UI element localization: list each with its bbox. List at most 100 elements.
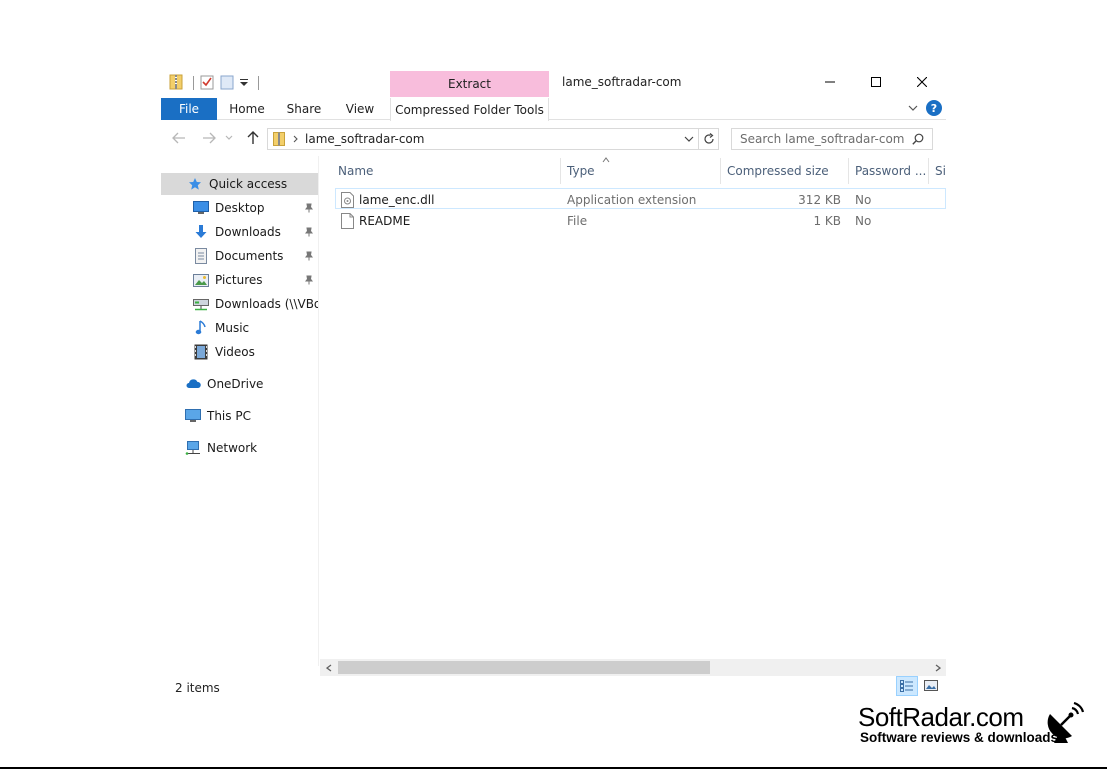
pin-icon[interactable] <box>304 202 314 216</box>
dll-file-icon <box>341 189 354 210</box>
file-name: README <box>359 213 411 228</box>
close-icon <box>917 77 927 87</box>
address-dropdown-button[interactable] <box>684 135 694 143</box>
scrollbar-thumb[interactable] <box>338 661 710 674</box>
nav-item-documents[interactable]: Documents <box>161 245 318 267</box>
refresh-icon <box>703 133 714 144</box>
search-input[interactable]: Search lame_softradar-com <box>731 128 933 150</box>
breadcrumb[interactable]: lame_softradar-com <box>305 132 424 146</box>
properties-icon[interactable] <box>200 74 214 93</box>
nav-item-onedrive[interactable]: OneDrive <box>161 373 318 395</box>
refresh-button[interactable] <box>698 129 718 149</box>
window-title: lame_softradar-com <box>562 75 682 89</box>
details-view-icon <box>900 680 913 692</box>
tab-compressed-folder-tools[interactable]: Compressed Folder Tools <box>390 98 549 121</box>
network-drive-icon <box>193 296 209 312</box>
address-row: lame_softradar-com Search lame_softradar… <box>161 126 946 150</box>
arrow-up-icon <box>247 131 259 144</box>
column-header-name[interactable]: Name <box>332 158 561 184</box>
nav-label: Network <box>207 441 258 455</box>
nav-label: Quick access <box>209 177 288 191</box>
cloud-icon <box>185 376 201 392</box>
search-icon <box>912 133 924 145</box>
videos-icon <box>193 344 209 360</box>
view-switcher <box>896 676 942 696</box>
chevron-down-icon <box>684 136 694 142</box>
horizontal-scrollbar[interactable] <box>320 659 946 676</box>
navigation-pane: Quick access Desktop Downloads Documents <box>161 156 319 666</box>
breadcrumb-chevron-icon <box>293 135 299 143</box>
downloads-icon <box>193 224 209 240</box>
help-button[interactable]: ? <box>926 100 942 116</box>
extract-tab[interactable]: Extract <box>390 71 549 97</box>
large-icons-view-icon <box>924 680 938 691</box>
qat-separator <box>193 76 194 90</box>
recent-locations-button[interactable] <box>223 128 235 148</box>
pin-icon[interactable] <box>304 226 314 240</box>
nav-label: Desktop <box>215 201 265 215</box>
file-compressed-size: 312 KB <box>798 192 841 207</box>
nav-item-downloads[interactable]: Downloads <box>161 221 318 243</box>
arrow-left-icon <box>172 132 185 144</box>
nav-quick-access[interactable]: Quick access <box>161 173 318 195</box>
pin-icon[interactable] <box>304 274 314 288</box>
watermark-subtitle: Software reviews & downloads <box>860 730 1059 745</box>
nav-label: OneDrive <box>207 377 264 391</box>
minimize-button[interactable] <box>807 70 853 94</box>
file-name: lame_enc.dll <box>359 192 435 207</box>
column-header-size[interactable]: Si <box>929 158 946 184</box>
desktop-icon <box>193 200 209 216</box>
details-view-button[interactable] <box>896 676 918 696</box>
network-icon <box>185 440 201 456</box>
table-row[interactable]: lame_enc.dll Application extension 312 K… <box>335 188 946 209</box>
arrow-right-icon <box>203 132 216 144</box>
nav-label: Pictures <box>215 273 263 287</box>
column-header-password[interactable]: Password ... <box>849 158 929 184</box>
qat-separator-end <box>258 76 259 90</box>
ribbon-tabs: File Home Share View Compressed Folder T… <box>161 98 946 121</box>
chevron-down-icon <box>225 135 233 140</box>
forward-button[interactable] <box>199 128 219 148</box>
nav-item-desktop[interactable]: Desktop <box>161 197 318 219</box>
new-folder-icon[interactable] <box>220 74 234 93</box>
nav-item-this-pc[interactable]: This PC <box>161 405 318 427</box>
tab-view[interactable]: View <box>338 98 382 120</box>
satellite-dish-icon <box>1046 701 1086 747</box>
music-icon <box>193 320 209 336</box>
nav-item-pictures[interactable]: Pictures <box>161 269 318 291</box>
zip-folder-icon <box>169 74 183 93</box>
maximize-button[interactable] <box>853 70 899 94</box>
pictures-icon <box>193 272 209 288</box>
tab-share[interactable]: Share <box>281 98 327 120</box>
large-icons-view-button[interactable] <box>920 676 942 696</box>
up-button[interactable] <box>243 128 263 148</box>
customize-qat-dropdown-icon[interactable] <box>240 76 248 90</box>
column-header-type[interactable]: Type <box>561 158 721 184</box>
column-header-compressed-size[interactable]: Compressed size <box>721 158 849 184</box>
back-button[interactable] <box>169 128 189 148</box>
nav-label: Videos <box>215 345 255 359</box>
scroll-right-button[interactable] <box>929 659 946 676</box>
watermark-title: SoftRadar.com <box>858 702 1024 732</box>
nav-label: This PC <box>207 409 251 423</box>
scroll-left-button[interactable] <box>320 659 337 676</box>
address-bar[interactable]: lame_softradar-com <box>267 128 719 150</box>
pin-icon[interactable] <box>304 250 314 264</box>
minimize-icon <box>825 81 835 83</box>
search-placeholder: Search lame_softradar-com <box>740 132 905 146</box>
nav-item-music[interactable]: Music <box>161 317 318 339</box>
tab-file[interactable]: File <box>161 98 217 120</box>
nav-item-network[interactable]: Network <box>161 437 318 459</box>
chevron-left-icon <box>325 663 331 672</box>
nav-item-network-drive[interactable]: Downloads (\\VBox <box>161 293 318 315</box>
expand-ribbon-button[interactable] <box>908 101 918 115</box>
chevron-down-icon <box>908 105 918 111</box>
status-item-count: 2 items <box>175 681 220 695</box>
nav-item-videos[interactable]: Videos <box>161 341 318 363</box>
tab-home[interactable]: Home <box>223 98 271 120</box>
chevron-right-icon <box>935 663 941 672</box>
file-password: No <box>855 192 872 207</box>
table-row[interactable]: README File 1 KB No <box>335 210 946 231</box>
close-button[interactable] <box>899 70 945 94</box>
file-explorer-window: Extract lame_softradar-com File Home Sha… <box>161 66 946 706</box>
